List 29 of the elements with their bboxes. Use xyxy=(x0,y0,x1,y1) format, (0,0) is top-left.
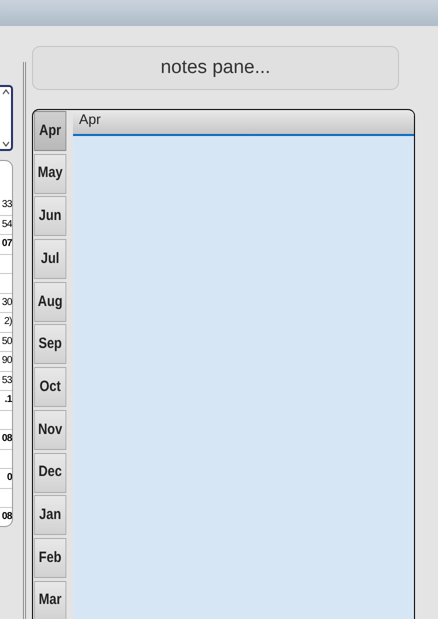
month-tab[interactable]: Sep xyxy=(34,324,66,364)
month-tab[interactable]: May xyxy=(34,154,66,194)
month-tab[interactable]: Jun xyxy=(34,196,66,236)
month-tab[interactable]: Feb xyxy=(34,538,66,578)
month-tab[interactable]: Jan xyxy=(34,495,66,536)
table-cell: 2) xyxy=(4,317,12,328)
scroll-up-icon[interactable] xyxy=(2,88,10,96)
month-tab[interactable]: Dec xyxy=(34,452,66,492)
table-cell: 54 xyxy=(2,220,12,230)
table-cell: 30 xyxy=(2,298,12,308)
table-cell: .1 xyxy=(4,395,12,406)
header-label: Apr xyxy=(79,111,101,127)
month-tab[interactable]: Aug xyxy=(34,282,66,322)
month-tab[interactable]: Nov xyxy=(34,410,66,450)
notes-button[interactable]: notes pane... xyxy=(32,46,399,90)
table-cell: 50 xyxy=(2,336,12,347)
table-cell: 90 xyxy=(2,356,12,366)
scroll-down-icon[interactable] xyxy=(2,140,10,148)
table-cell: 53 xyxy=(2,376,12,386)
month-tab[interactable]: Apr xyxy=(34,111,66,151)
table-cell: 08 xyxy=(2,434,12,444)
month-tab[interactable]: Oct xyxy=(34,367,66,408)
table-cell: 0 xyxy=(6,473,12,484)
month-tab[interactable]: Mar xyxy=(34,580,66,619)
list-box[interactable] xyxy=(0,85,13,151)
table-cell: 07 xyxy=(2,239,12,250)
table-cell: 33 xyxy=(2,200,12,210)
table-cell: 08 xyxy=(2,512,12,522)
month-tab[interactable]: Jul xyxy=(34,239,66,280)
